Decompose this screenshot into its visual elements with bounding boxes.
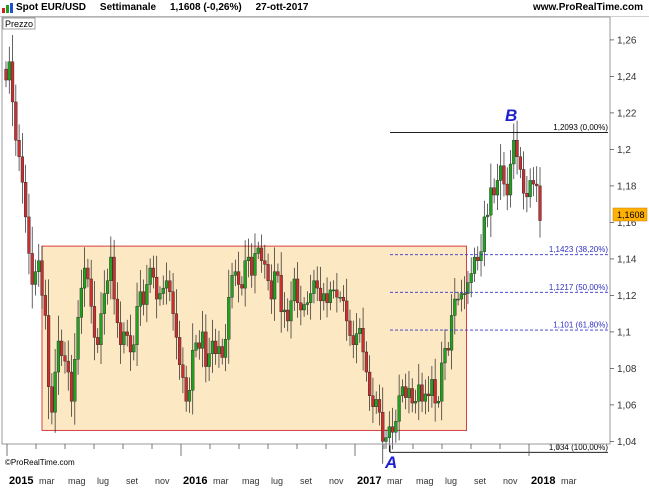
x-tick-label: 2017: [357, 475, 381, 487]
x-tick-label: set: [474, 476, 487, 486]
y-tick-label: 1,12: [617, 291, 637, 302]
x-tick-label: set: [300, 476, 313, 486]
x-tick-label: lug: [445, 476, 457, 486]
y-tick-label: 1,04: [617, 437, 637, 448]
current-price-tag-text: 1,1608: [617, 210, 645, 220]
x-tick-label: 2016: [183, 475, 207, 487]
y-tick-label: 1,08: [617, 364, 637, 375]
y-tick-label: 1,14: [617, 254, 637, 265]
y-tick-label: 1,06: [617, 400, 637, 411]
fib-level-label: 1,1423 (38,20%): [549, 245, 608, 254]
panel-label: Prezzo: [5, 19, 33, 29]
fib-level-label: 1,101 (61,80%): [553, 321, 608, 330]
y-tick-label: 1,26: [617, 35, 637, 46]
point-label-b: B: [505, 106, 517, 125]
fib-level-label: 1,1217 (50,00%): [549, 283, 608, 292]
x-tick-label: nov: [329, 476, 344, 486]
fib-level-label: 1,2093 (0,00%): [553, 123, 608, 132]
current-price-tag: 1,1608: [612, 207, 648, 222]
x-tick-label: mag: [68, 476, 86, 486]
x-tick-label: mar: [387, 476, 403, 486]
x-tick-label: mag: [416, 476, 434, 486]
x-tick-label: 2018: [531, 475, 555, 487]
point-label-a: A: [384, 453, 397, 472]
x-tick-label: mar: [39, 476, 55, 486]
x-tick-label: 2015: [9, 475, 33, 487]
x-tick-label: mar: [561, 476, 577, 486]
x-tick-label: nov: [155, 476, 170, 486]
x-tick-label: mar: [213, 476, 229, 486]
price-chart[interactable]: 1,2093 (0,00%) 1,1423 (38,20%) 1,1217 (50,…: [0, 0, 649, 489]
x-tick-label: mag: [242, 476, 260, 486]
y-tick-label: 1,1: [617, 327, 631, 338]
y-tick-label: 1,22: [617, 108, 637, 119]
y-tick-label: 1,24: [617, 72, 637, 83]
x-tick-label: nov: [503, 476, 518, 486]
x-tick-label: lug: [97, 476, 109, 486]
y-tick-label: 1,18: [617, 181, 637, 192]
x-tick-label: set: [126, 476, 139, 486]
watermark: ©ProRealTime.com: [5, 458, 75, 467]
y-tick-label: 1,2: [617, 145, 631, 156]
x-tick-label: lug: [271, 476, 283, 486]
